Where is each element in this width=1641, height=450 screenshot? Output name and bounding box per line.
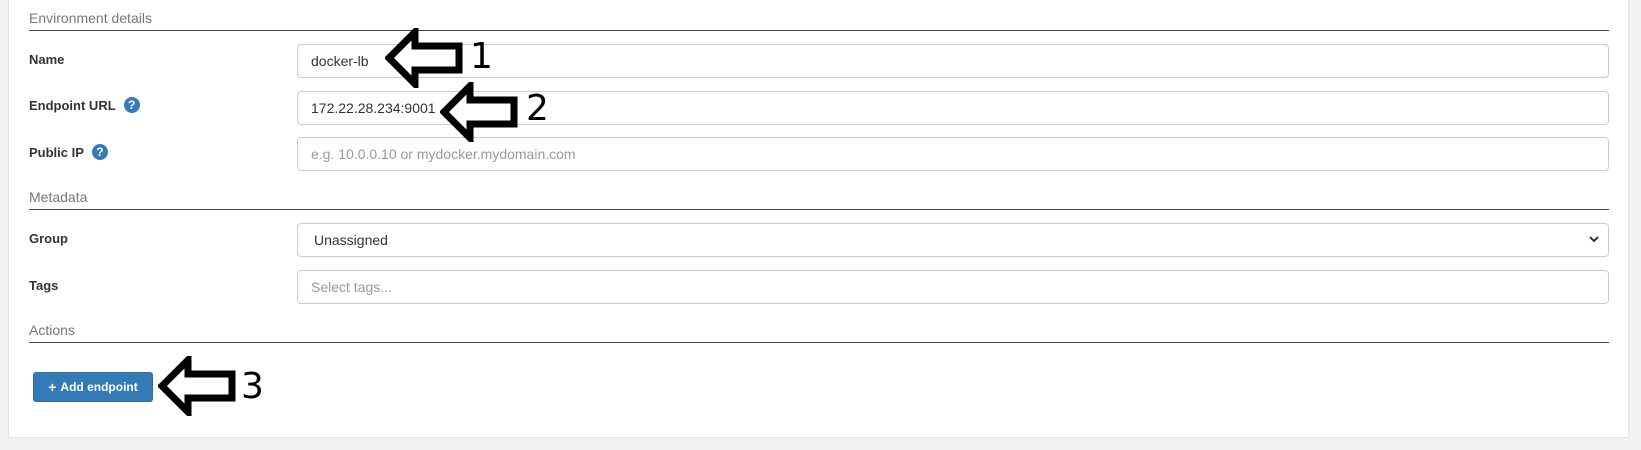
help-icon[interactable]: ? xyxy=(123,97,140,113)
public-ip-input[interactable]: e.g. 10.0.0.10 or mydocker.mydomain.com xyxy=(297,137,1609,171)
tags-label: Tags xyxy=(29,278,58,293)
annotation-arrow-icon xyxy=(440,82,518,142)
public-ip-label: Public IP ? xyxy=(29,144,108,160)
public-ip-label-text: Public IP xyxy=(29,144,84,160)
endpoint-url-label: Endpoint URL ? xyxy=(29,97,140,113)
help-icon[interactable]: ? xyxy=(91,144,108,160)
annotation-number: 3 xyxy=(241,366,264,407)
annotation-arrow-icon xyxy=(385,28,463,88)
name-label: Name xyxy=(29,52,64,67)
group-label: Group xyxy=(29,231,68,246)
section-title-environment: Environment details xyxy=(29,10,1609,31)
public-ip-input-placeholder: e.g. 10.0.0.10 or mydocker.mydomain.com xyxy=(311,146,576,162)
name-input[interactable]: docker-lb xyxy=(297,44,1609,78)
section-title-metadata: Metadata xyxy=(29,189,1609,210)
section-title-actions: Actions xyxy=(29,322,1609,343)
tags-label-text: Tags xyxy=(29,278,59,293)
endpoint-url-input-value: 172.22.28.234:9001 xyxy=(311,100,436,116)
name-input-value: docker-lb xyxy=(311,53,369,69)
annotation-arrow-icon xyxy=(158,356,236,416)
group-label-text: Group xyxy=(29,231,68,246)
group-select[interactable]: Unassigned xyxy=(297,223,1609,257)
tags-input[interactable]: Select tags... xyxy=(297,270,1609,304)
endpoint-url-label-text: Endpoint URL xyxy=(29,97,116,113)
add-endpoint-button[interactable]: + Add endpoint xyxy=(33,372,153,402)
chevron-down-icon xyxy=(1588,233,1600,248)
add-endpoint-label: Add endpoint xyxy=(60,380,138,394)
tags-input-placeholder: Select tags... xyxy=(311,279,392,295)
plus-icon: + xyxy=(48,379,57,395)
name-label-text: Name xyxy=(29,52,65,67)
annotation-number: 1 xyxy=(470,36,493,77)
group-select-value: Unassigned xyxy=(314,232,388,248)
annotation-number: 2 xyxy=(526,88,549,129)
